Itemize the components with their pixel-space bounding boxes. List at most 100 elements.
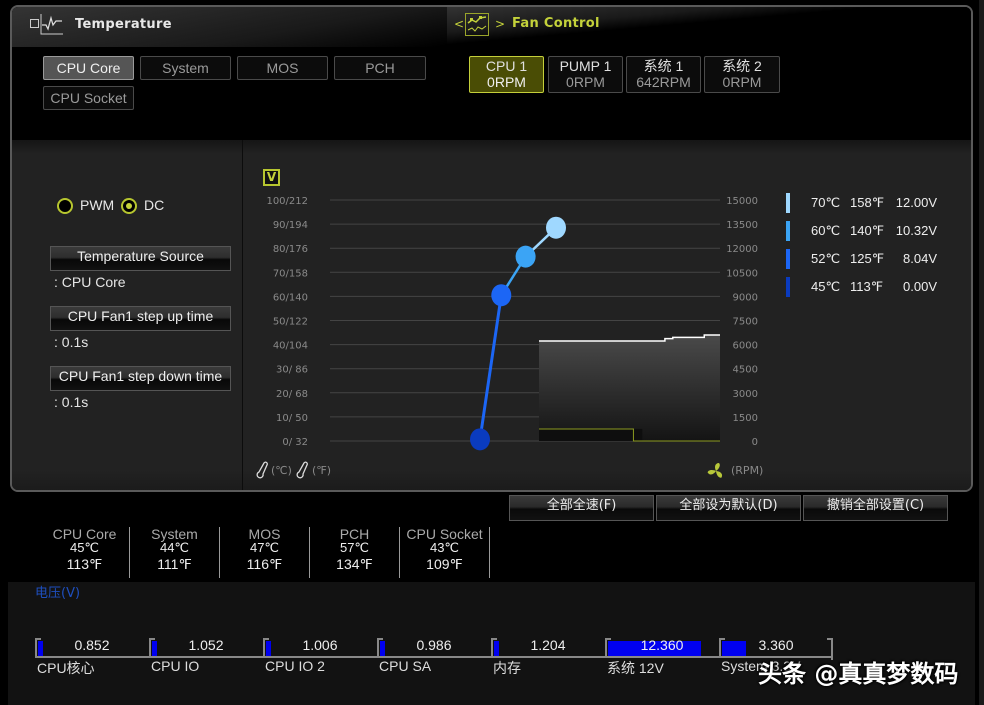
- fan-name: 系统 2: [722, 58, 762, 74]
- voltage-label: CPU IO 2: [265, 658, 325, 674]
- sensor-tab-cpu-core[interactable]: CPU Core: [43, 56, 134, 80]
- temp-summary-fahrenheit: 109℉: [426, 556, 463, 572]
- legend-voltage: 10.32V: [895, 223, 937, 238]
- temp-summary-celsius: 45℃: [69, 540, 100, 555]
- sensor-tab-pch[interactable]: PCH: [334, 56, 426, 80]
- temperature-monitor-icon: [40, 13, 64, 35]
- fan-tab-cpu1[interactable]: CPU 1 0RPM: [469, 56, 544, 93]
- celsius-unit-label: (℃): [271, 464, 292, 477]
- step-down-time-button[interactable]: CPU Fan1 step down time: [50, 366, 231, 391]
- legend-voltage: 0.00V: [903, 279, 937, 294]
- voltage-value: 3.360: [758, 637, 794, 653]
- all-full-speed-button[interactable]: 全部全速(F): [509, 495, 654, 521]
- step-up-time-value: : 0.1s: [54, 334, 89, 350]
- fan-tab-system2[interactable]: 系统 2 0RPM: [704, 56, 780, 93]
- next-arrow-icon[interactable]: >: [495, 17, 505, 31]
- thermometer-f-icon: [295, 461, 309, 483]
- temp-summary-celsius: 57℃: [339, 540, 370, 555]
- temp-summary-fahrenheit: 111℉: [157, 556, 192, 572]
- legend-temp-f: 140℉: [850, 223, 885, 238]
- fan-rpm: 0RPM: [722, 74, 762, 90]
- temp-summary-item: MOS 47℃ 116℉: [220, 527, 310, 578]
- voltage-item: 0.852 CPU核心: [35, 637, 149, 677]
- fan-name: PUMP 1: [559, 58, 612, 74]
- temperature-title: Temperature: [75, 17, 172, 32]
- radio-pwm-label: PWM: [80, 197, 115, 213]
- radio-pwm[interactable]: [57, 198, 73, 214]
- voltage-value: 1.052: [188, 637, 224, 653]
- temp-summary-name: CPU Core: [52, 526, 117, 542]
- legend-color-bar: [786, 249, 790, 269]
- radio-dc-label: DC: [144, 197, 165, 213]
- legend-temp-f: 113℉: [850, 279, 884, 294]
- voltage-value: 0.986: [416, 637, 452, 653]
- radio-dc[interactable]: [121, 198, 137, 214]
- prev-arrow-icon[interactable]: <: [454, 17, 464, 31]
- voltage-item: 1.052 CPU IO: [149, 637, 263, 677]
- legend-color-bar: [786, 277, 790, 297]
- fan-name: 系统 1: [643, 58, 684, 74]
- fahrenheit-unit-label: (℉): [312, 464, 332, 477]
- temp-summary-fahrenheit: 134℉: [336, 556, 373, 572]
- voltage-item: 12.360 系统 12V: [605, 637, 719, 677]
- voltage-item: 1.204 内存: [491, 637, 605, 677]
- legend-color-bar: [786, 221, 790, 241]
- legend-temp-c: 45℃: [811, 279, 841, 294]
- temp-summary-celsius: 43℃: [429, 540, 460, 555]
- temp-summary-item: CPU Socket 43℃ 109℉: [400, 527, 490, 578]
- sensor-tab-mos[interactable]: MOS: [237, 56, 328, 80]
- all-set-default-button[interactable]: 全部设为默认(D): [656, 495, 801, 521]
- legend-temp-c: 70℃: [811, 195, 841, 210]
- sensor-tab-cpu-socket[interactable]: CPU Socket: [43, 86, 134, 110]
- temperature-source-button[interactable]: Temperature Source: [50, 246, 231, 271]
- window-edge: [979, 0, 984, 705]
- legend-voltage: 12.00V: [895, 195, 937, 210]
- legend-temp-c: 60℃: [811, 223, 841, 238]
- voltage-value: 0.852: [74, 637, 110, 653]
- fan-tab-pump1[interactable]: PUMP 1 0RPM: [548, 56, 623, 93]
- smart-fan-checkbox[interactable]: V: [263, 169, 280, 186]
- legend-row: 45℃ 113℉ 0.00V: [784, 277, 954, 297]
- voltage-item: 1.006 CPU IO 2: [263, 637, 377, 677]
- collapse-toggle-icon[interactable]: [30, 19, 39, 28]
- temp-summary-item: System 44℃ 111℉: [130, 527, 220, 578]
- voltage-item: 0.986 CPU SA: [377, 637, 491, 677]
- fan-rpm: 0RPM: [566, 74, 605, 90]
- voltage-value: 12.360: [640, 637, 684, 653]
- step-up-time-button[interactable]: CPU Fan1 step up time: [50, 306, 231, 331]
- voltage-value: 1.006: [302, 637, 338, 653]
- fan-curve-point[interactable]: [491, 284, 512, 307]
- temp-summary-item: CPU Core 45℃ 113℉: [40, 527, 130, 578]
- fan-curve-point[interactable]: [470, 428, 490, 451]
- temp-summary-name: System: [151, 526, 198, 542]
- voltage-title: 电压(V): [35, 586, 81, 601]
- voltage-value: 1.204: [530, 637, 566, 653]
- temp-summary-fahrenheit: 113℉: [66, 556, 103, 572]
- fan-control-icon: [465, 13, 489, 36]
- legend-temp-c: 52℃: [811, 251, 841, 266]
- legend-row: 52℃ 125℉ 8.04V: [784, 249, 954, 269]
- temp-summary-item: PCH 57℃ 134℉: [310, 527, 400, 578]
- sensor-tab-system[interactable]: System: [140, 56, 231, 80]
- legend-row: 70℃ 158℉ 12.00V: [784, 193, 954, 213]
- fan-tab-system1[interactable]: 系统 1 642RPM: [626, 56, 701, 93]
- temperature-source-value: : CPU Core: [54, 274, 126, 290]
- voltage-label: 内存: [493, 660, 521, 676]
- rpm-unit-label: (RPM): [731, 464, 764, 477]
- temp-summary-name: CPU Socket: [406, 526, 483, 542]
- cancel-all-settings-button[interactable]: 撤销全部设置(C): [803, 495, 948, 521]
- temp-summary-name: MOS: [248, 526, 281, 542]
- temp-summary-celsius: 47℃: [249, 540, 280, 555]
- step-down-time-value: : 0.1s: [54, 394, 89, 410]
- watermark: 头条 @真真梦数码: [758, 660, 959, 688]
- voltage-label: CPU SA: [379, 658, 432, 674]
- legend-temp-f: 125℉: [850, 251, 885, 266]
- temp-summary-celsius: 44℃: [159, 540, 190, 555]
- fan-curve-point[interactable]: [515, 245, 536, 268]
- fan-control-title: Fan Control: [512, 16, 600, 31]
- legend-voltage: 8.04V: [903, 251, 937, 266]
- thermometer-c-icon: [255, 461, 269, 483]
- fan-rpm: 0RPM: [487, 74, 526, 90]
- temp-summary-name: PCH: [339, 526, 370, 542]
- fan-curve-point[interactable]: [546, 216, 566, 239]
